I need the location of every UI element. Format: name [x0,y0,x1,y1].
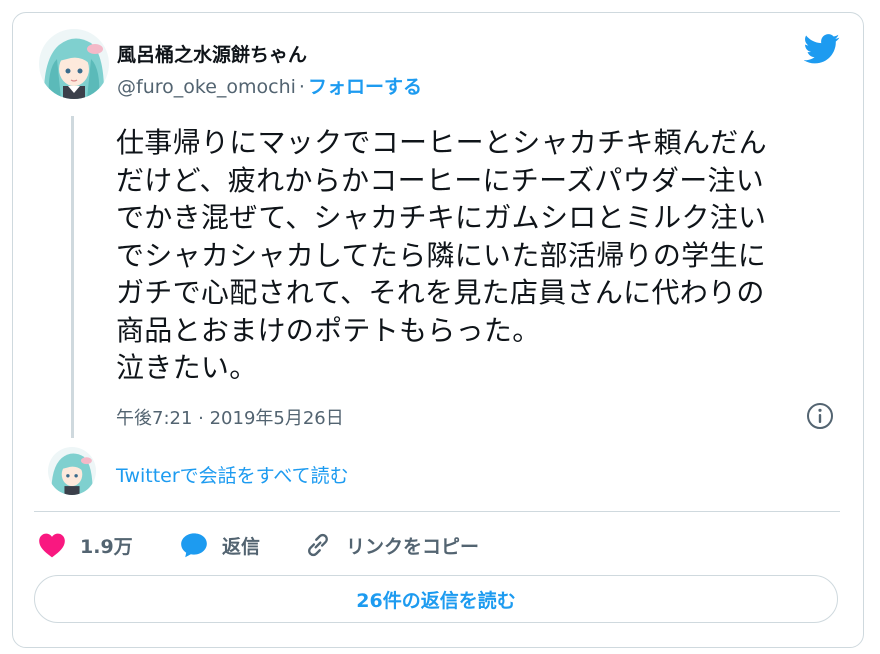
author-handle[interactable]: @furo_oke_omochi [117,76,296,98]
author-avatar[interactable] [39,29,109,99]
copy-link-button[interactable]: リンクをコピー [304,530,479,560]
tweet-text: 仕事帰りにマックでコーヒーとシャカチキ頼んだん だけど、疲れからかコーヒーにチー… [116,126,767,384]
author-display-name[interactable]: 風呂桶之水源餅ちゃん [117,40,307,67]
info-icon[interactable] [806,402,834,430]
author-avatar-image [39,29,109,99]
like-count: 1.9万 [80,535,133,558]
reply-label: 返信 [222,535,261,558]
tweet-timestamp[interactable]: 午後7:21 · 2019年5月26日 [116,404,344,430]
speech-bubble-icon [181,533,207,558]
follow-link[interactable]: フォローする [308,76,422,98]
reply-button[interactable]: 返信 [180,530,260,560]
thread-avatar-image [48,447,96,495]
link-icon [308,533,328,557]
read-conversation-link[interactable]: Twitterで会話をすべて読む [116,461,349,488]
divider [34,511,840,512]
read-replies-button[interactable]: 26件の返信を読む [34,575,838,623]
separator-dot: · [298,76,305,98]
author-handle-row: @furo_oke_omochi · フォローする [117,72,422,99]
thread-line [71,116,74,438]
copy-link-label: リンクをコピー [346,535,480,558]
like-button[interactable]: 1.9万 [38,530,133,560]
thread-avatar[interactable] [48,447,96,495]
twitter-bird-icon[interactable] [803,34,840,64]
read-replies-label: 26件の返信を読む [356,589,516,612]
heart-icon [39,533,65,558]
